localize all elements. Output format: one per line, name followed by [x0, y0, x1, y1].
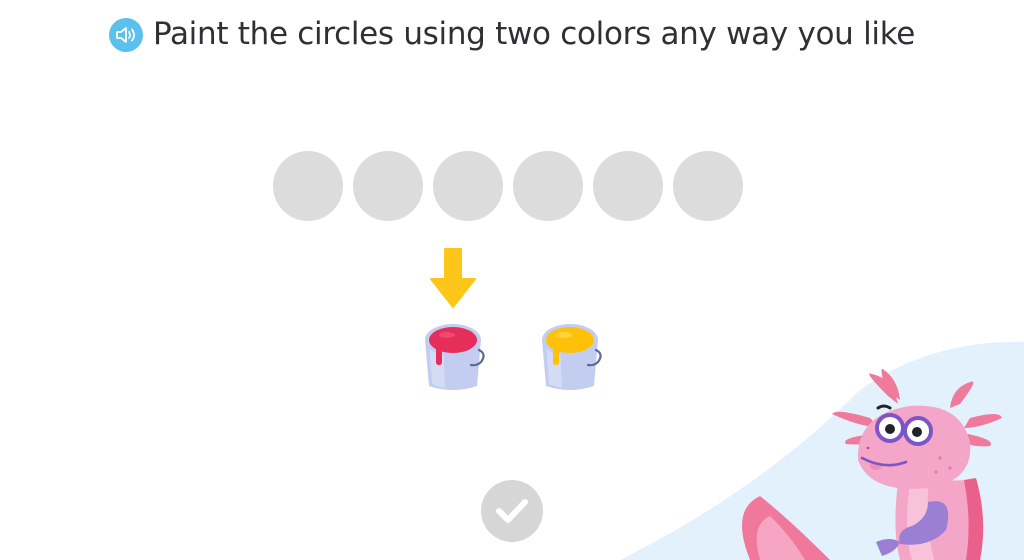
speaker-icon [116, 27, 135, 43]
axolotl-mascot-scene [620, 341, 1024, 560]
paint-circle-5[interactable] [593, 151, 663, 221]
instruction-text: Paint the circles using two colors any w… [152, 16, 916, 52]
circle-row [273, 151, 743, 221]
checkmark-icon [496, 499, 528, 523]
paint-circle-2[interactable] [353, 151, 423, 221]
paint-circle-4[interactable] [513, 151, 583, 221]
speaker-button[interactable] [108, 18, 143, 52]
submit-button[interactable] [481, 480, 543, 542]
red-paint-bucket[interactable] [421, 318, 485, 394]
paint-circle-1[interactable] [273, 151, 343, 221]
selection-arrow-icon [430, 248, 476, 308]
instruction-header: Paint the circles using two colors any w… [0, 12, 1024, 56]
paint-circle-6[interactable] [673, 151, 743, 221]
paint-circle-3[interactable] [433, 151, 503, 221]
yellow-paint-bucket[interactable] [538, 318, 602, 394]
